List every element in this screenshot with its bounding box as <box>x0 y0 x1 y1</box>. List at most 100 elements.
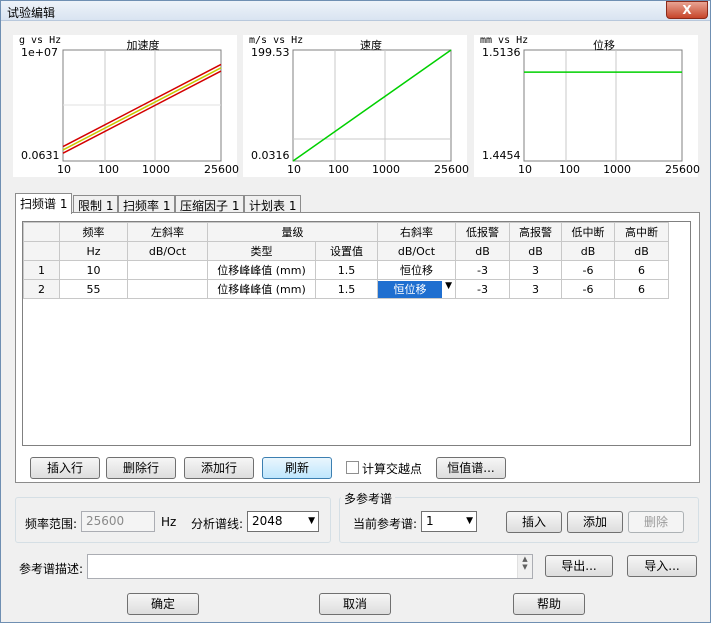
cell-level-type[interactable]: 位移峰峰值 (mm) <box>207 279 316 299</box>
col-header-low-alarm: 低报警 <box>455 222 510 242</box>
analysis-lines-value: 2048 <box>252 514 283 528</box>
help-button[interactable]: 帮助 <box>513 593 585 615</box>
table-row[interactable]: 2 55 位移峰峰值 (mm) 1.5 恒位移 ▼ -3 3 -6 6 <box>23 279 669 299</box>
chart-title: 速度 <box>360 39 382 52</box>
cell-low-alarm[interactable]: -3 <box>455 279 510 299</box>
close-button[interactable]: X <box>666 1 708 19</box>
col-header-low-abort: 低中断 <box>561 222 615 242</box>
refresh-button[interactable]: 刷新 <box>262 457 332 479</box>
corner-cell <box>23 241 60 261</box>
y-top-label: 199.53 <box>251 46 290 59</box>
chart-title: 加速度 <box>126 39 160 52</box>
chart-unit: m/s vs Hz <box>249 35 304 46</box>
col-unit: dB <box>455 241 510 261</box>
corner-cell <box>23 222 60 242</box>
y-bottom-label: 0.0631 <box>21 149 60 162</box>
col-unit: dB/Oct <box>377 241 456 261</box>
tab-panel: 频率 左斜率 量级 右斜率 低报警 高报警 低中断 高中断 Hz dB/Oct … <box>15 212 700 483</box>
displacement-chart: mm vs Hz 位移 1.5136 1.4454 10 100 1000 25… <box>474 35 700 177</box>
x-tick-label: 25600 <box>665 163 700 176</box>
x-tick-label: 10 <box>57 163 71 176</box>
cell-right-slope-dropdown[interactable]: 恒位移 ▼ <box>377 279 456 299</box>
constant-spectrum-button[interactable]: 恒值谱... <box>436 457 506 479</box>
cell-frequency[interactable]: 55 <box>59 279 128 299</box>
y-bottom-label: 0.0316 <box>251 149 290 162</box>
cell-high-alarm[interactable]: 3 <box>509 279 562 299</box>
cell-level-value[interactable]: 1.5 <box>315 279 378 299</box>
x-tick-label: 100 <box>559 163 580 176</box>
calc-crossover-label: 计算交越点 <box>362 462 423 476</box>
cell-level-value[interactable]: 1.5 <box>315 260 378 280</box>
col-unit: Hz <box>59 241 128 261</box>
analysis-lines-select[interactable]: 2048 ▼ <box>247 511 319 532</box>
ref-delete-button[interactable]: 删除 <box>628 511 684 533</box>
tab-limit[interactable]: 限制 1 <box>73 195 119 213</box>
cell-low-abort[interactable]: -6 <box>561 260 615 280</box>
chart-unit: g vs Hz <box>19 35 62 46</box>
col-header-left-slope: 左斜率 <box>127 222 208 242</box>
cell-left-slope[interactable] <box>127 279 208 299</box>
table-row[interactable]: 1 10 位移峰峰值 (mm) 1.5 恒位移 -3 3 -6 6 <box>23 260 669 280</box>
col-header-level: 量级 <box>207 222 378 242</box>
title-bar: 试验编辑 X <box>1 1 710 21</box>
x-tick-label: 25600 <box>204 163 239 176</box>
x-tick-label: 10 <box>287 163 301 176</box>
col-header-frequency: 频率 <box>59 222 128 242</box>
import-button[interactable]: 导入... <box>627 555 697 577</box>
x-tick-label: 1000 <box>603 163 631 176</box>
acceleration-chart: g vs Hz 加速度 1e+07 0.0631 10 100 1000 256… <box>13 35 239 177</box>
right-slope-selected: 恒位移 <box>378 280 442 298</box>
row-number: 1 <box>23 260 60 280</box>
cell-low-alarm[interactable]: -3 <box>455 260 510 280</box>
col-header-high-abort: 高中断 <box>614 222 669 242</box>
chart-title: 位移 <box>593 39 615 52</box>
x-tick-label: 1000 <box>372 163 400 176</box>
cell-level-type[interactable]: 位移峰峰值 (mm) <box>207 260 316 280</box>
cell-right-slope[interactable]: 恒位移 <box>377 260 456 280</box>
velocity-chart: m/s vs Hz 速度 199.53 0.0316 10 100 1000 2… <box>243 35 469 177</box>
multi-ref-title: 多参考谱 <box>341 490 396 507</box>
tab-schedule[interactable]: 计划表 1 <box>244 195 302 213</box>
ref-desc-scrollbar[interactable]: ▲ ▼ <box>517 555 532 578</box>
current-ref-select[interactable]: 1 ▼ <box>421 511 477 532</box>
x-tick-label: 100 <box>98 163 119 176</box>
x-tick-label: 100 <box>328 163 349 176</box>
x-tick-label: 10 <box>518 163 532 176</box>
ok-button[interactable]: 确定 <box>127 593 199 615</box>
ref-add-button[interactable]: 添加 <box>567 511 623 533</box>
chart-unit: mm vs Hz <box>480 35 529 46</box>
spectrum-grid: 频率 左斜率 量级 右斜率 低报警 高报警 低中断 高中断 Hz dB/Oct … <box>22 221 691 446</box>
ref-insert-button[interactable]: 插入 <box>506 511 562 533</box>
cell-high-abort[interactable]: 6 <box>614 260 669 280</box>
cell-high-alarm[interactable]: 3 <box>509 260 562 280</box>
y-bottom-label: 1.4454 <box>482 149 521 162</box>
insert-row-button[interactable]: 插入行 <box>30 457 100 479</box>
delete-row-button[interactable]: 删除行 <box>106 457 176 479</box>
export-button[interactable]: 导出... <box>545 555 613 577</box>
freq-range-label: 频率范围: <box>25 517 78 531</box>
cell-left-slope[interactable] <box>127 260 208 280</box>
col-unit: dB <box>509 241 562 261</box>
tab-sweep-rate[interactable]: 扫频率 1 <box>118 195 176 213</box>
plot-frame <box>523 49 683 162</box>
window-title: 试验编辑 <box>7 6 56 20</box>
col-unit: 类型 <box>207 241 316 261</box>
calc-crossover-checkbox[interactable] <box>346 461 359 474</box>
ref-desc-textarea[interactable]: ▲ ▼ <box>87 554 533 579</box>
cell-low-abort[interactable]: -6 <box>561 279 615 299</box>
tab-sweep-spectrum[interactable]: 扫频谱 1 <box>15 193 73 214</box>
row-number: 2 <box>23 279 60 299</box>
cell-high-abort[interactable]: 6 <box>614 279 669 299</box>
freq-range-input[interactable]: 25600 <box>81 511 155 532</box>
y-top-label: 1e+07 <box>21 46 58 59</box>
tab-compression-factor[interactable]: 压缩因子 1 <box>175 195 245 213</box>
current-ref-label: 当前参考谱: <box>353 517 418 531</box>
cancel-button[interactable]: 取消 <box>319 593 391 615</box>
x-tick-label: 25600 <box>434 163 469 176</box>
col-unit: dB <box>614 241 669 261</box>
freq-range-unit: Hz <box>161 515 177 529</box>
add-row-button[interactable]: 添加行 <box>184 457 254 479</box>
cell-frequency[interactable]: 10 <box>59 260 128 280</box>
dropdown-arrow-icon[interactable]: ▼ <box>445 281 452 291</box>
col-unit: 设置值 <box>315 241 378 261</box>
